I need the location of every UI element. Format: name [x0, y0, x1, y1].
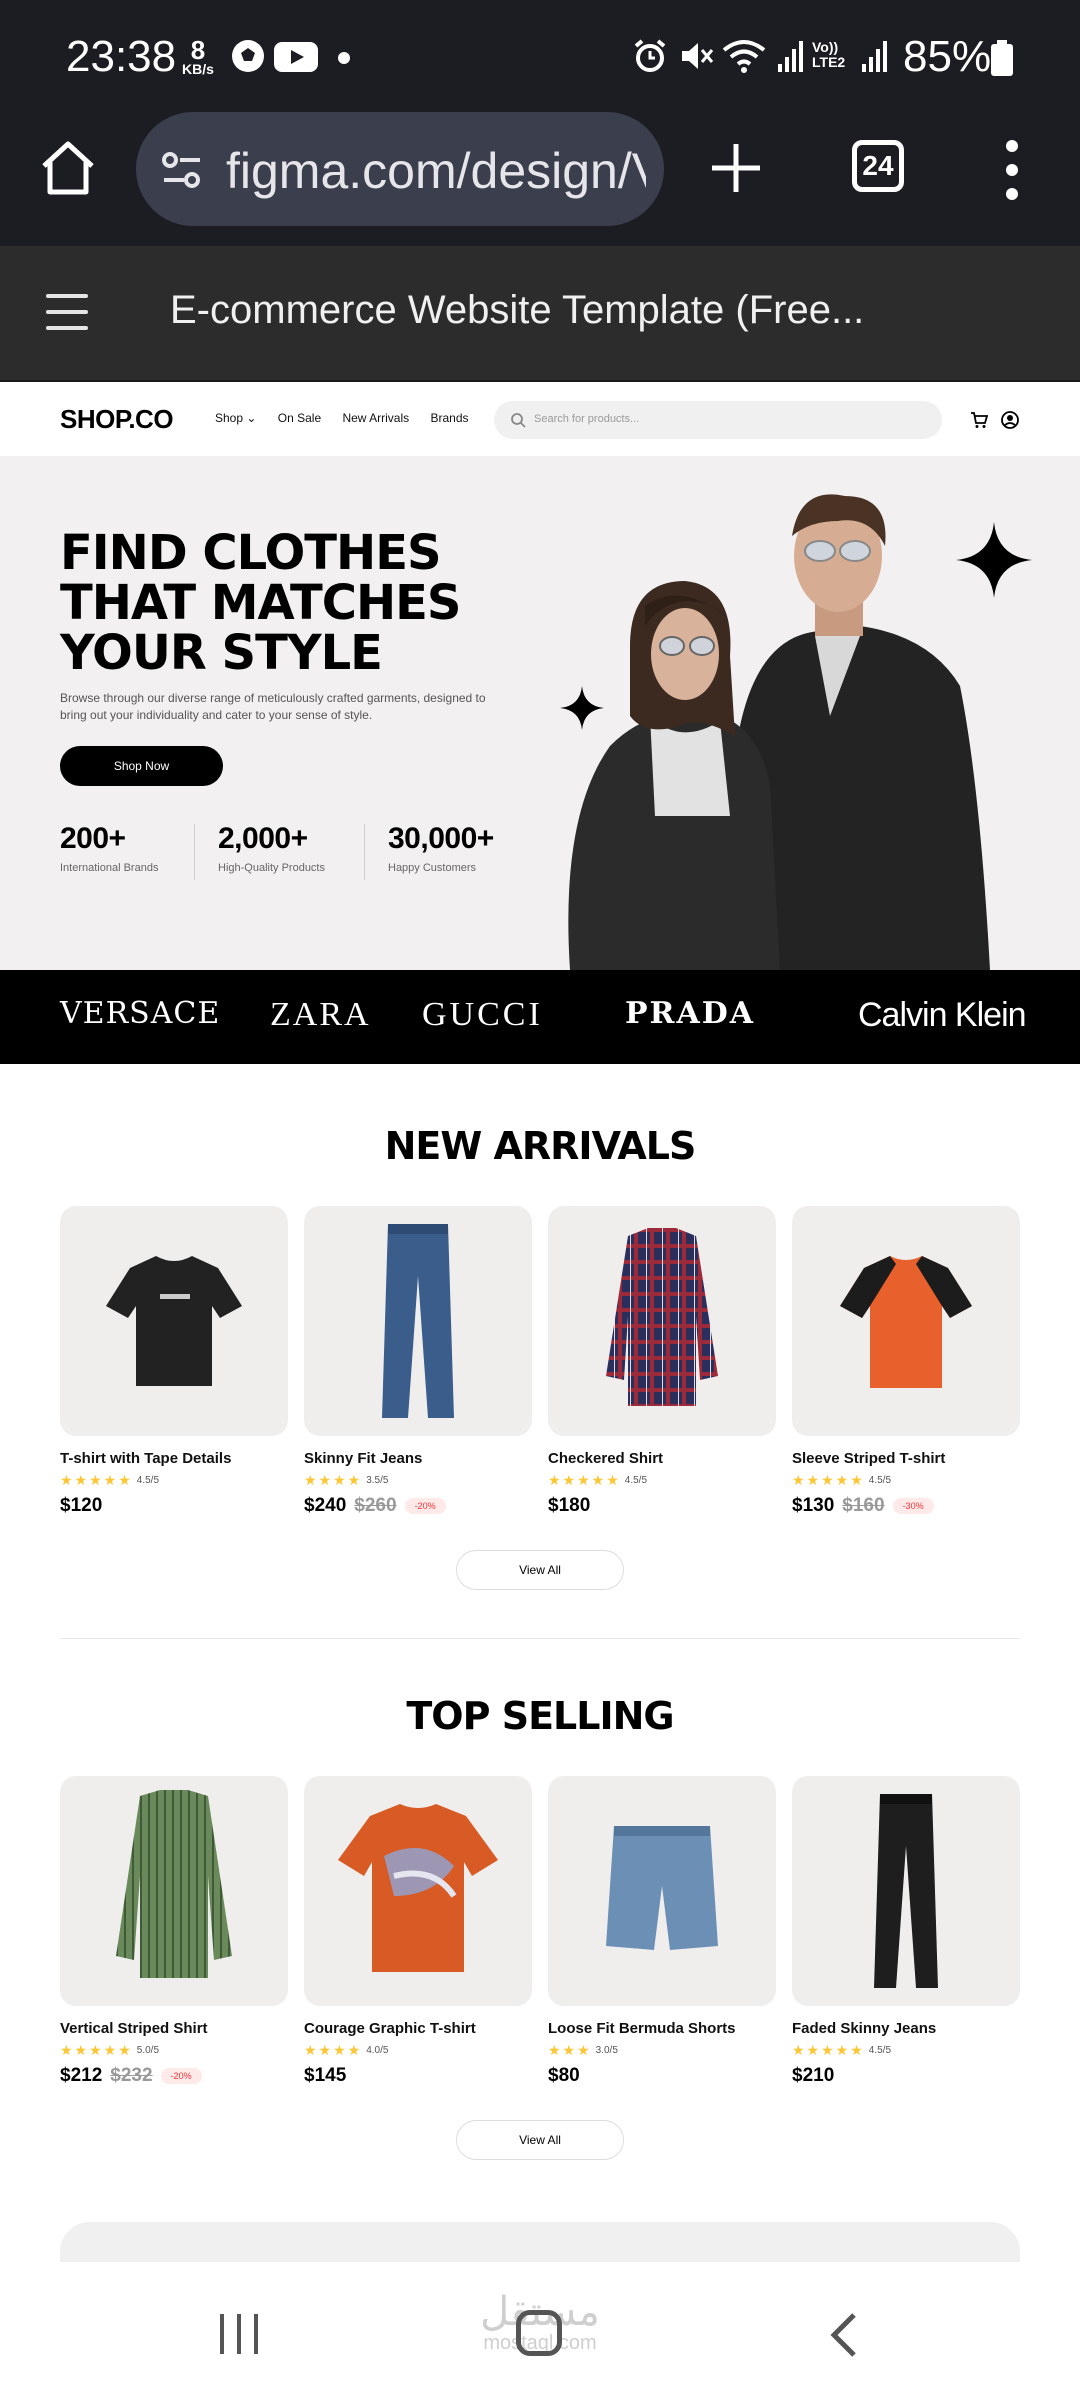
nav-links: Shop ⌄ On Sale New Arrivals Brands [215, 411, 487, 425]
cart-icon[interactable] [970, 411, 988, 429]
product-image[interactable] [304, 1206, 532, 1436]
volte-badge: Vo)) LTE2 [812, 39, 846, 70]
product-card[interactable]: Faded Skinny Jeans ★★★★★ 4.5/5 $210 [792, 1776, 1020, 2087]
view-all-top-selling-button[interactable]: View All [456, 2120, 624, 2160]
status-time: 23:38 [66, 32, 177, 81]
soccer-ball-icon [232, 40, 264, 72]
hero-description: Browse through our diverse range of meti… [60, 691, 486, 722]
product-image[interactable] [60, 1206, 288, 1436]
product-card[interactable]: Sleeve Striped T-shirt ★★★★★ 4.5/5 $130 $1… [792, 1206, 1020, 1517]
product-image[interactable] [792, 1776, 1020, 2006]
brand-calvin-klein: Calvin Klein [858, 996, 1027, 1034]
brand-versace: VERSACE [60, 996, 221, 1031]
alarm-icon [634, 39, 666, 72]
signal-icon-2 [862, 41, 887, 72]
hamburger-menu-icon[interactable] [46, 294, 88, 330]
user-account-icon[interactable] [1000, 410, 1020, 430]
nav-new-arrivals[interactable]: New Arrivals [342, 411, 409, 425]
address-bar[interactable]: figma.com/design/V [136, 112, 664, 226]
striped-tshirt-image [840, 1256, 972, 1388]
checkered-shirt-image [606, 1228, 718, 1406]
product-image[interactable] [304, 1776, 532, 2006]
network-speed: 8 KB/s [182, 35, 214, 77]
search-input[interactable]: Search for products... [494, 401, 942, 439]
signal-icon [778, 41, 803, 72]
hero-title: FIND CLOTHES THAT MATCHES YOUR STYLE [60, 525, 461, 681]
shop-now-button[interactable]: Shop Now [60, 746, 223, 786]
stat-divider [364, 824, 365, 880]
jeans-image [382, 1224, 454, 1418]
brand-gucci: GUCCI [422, 996, 543, 1033]
home-icon[interactable] [36, 136, 100, 200]
tshirt-image [106, 1256, 242, 1386]
mute-icon [682, 43, 714, 69]
browser-toolbar: figma.com/design/V 24 [0, 108, 1080, 246]
black-jeans-image [874, 1794, 938, 1988]
product-card[interactable]: Checkered Shirt ★★★★★ 4.5/5 $180 [548, 1206, 776, 1517]
product-card[interactable]: Skinny Fit Jeans ★★★★ 3.5/5 $240 $260 -20% [304, 1206, 532, 1517]
site-settings-icon[interactable] [160, 148, 204, 192]
recent-apps-icon[interactable] [218, 2312, 260, 2356]
section-divider [60, 1638, 1020, 1639]
url-text[interactable]: figma.com/design/V [226, 142, 646, 200]
status-bar: 23:38 8 KB/s Vo)) LTE2 85% [0, 0, 1080, 108]
shorts-image [606, 1826, 718, 1950]
product-card[interactable]: Loose Fit Bermuda Shorts ★★★ 3.0/5 $80 [548, 1776, 776, 2087]
hero-section: FIND CLOTHES THAT MATCHES YOUR STYLE Bro… [0, 456, 1080, 970]
product-image[interactable] [548, 1776, 776, 2006]
product-card[interactable]: Vertical Striped Shirt ★★★★★ 5.0/5 $212 $2… [60, 1776, 288, 2087]
home-nav-icon[interactable] [516, 2310, 562, 2356]
view-all-new-arrivals-button[interactable]: View All [456, 1550, 624, 1590]
figma-header: E-commerce Website Template (Free... [0, 246, 1080, 382]
stat-customers: 30,000+ Happy Customers [388, 822, 494, 874]
search-placeholder: Search for products... [534, 413, 640, 425]
product-card[interactable]: T-shirt with Tape Details ★★★★★ 4.5/5 $12… [60, 1206, 288, 1517]
brand-zara: ZARA [270, 996, 371, 1033]
tab-switcher-button[interactable]: 24 [852, 140, 904, 192]
nav-on-sale[interactable]: On Sale [278, 411, 321, 425]
site-logo[interactable]: SHOP.CO [60, 404, 174, 435]
battery-percent: 85% [903, 32, 992, 81]
stat-products: 2,000+ High-Quality Products [218, 822, 325, 874]
new-tab-icon[interactable] [706, 138, 766, 198]
file-title[interactable]: E-commerce Website Template (Free... [170, 288, 864, 333]
nav-brands[interactable]: Brands [431, 411, 469, 425]
product-image[interactable] [60, 1776, 288, 2006]
product-card[interactable]: Courage Graphic T-shirt ★★★★ 4.0/5 $145 [304, 1776, 532, 2087]
stat-brands: 200+ International Brands [60, 822, 159, 874]
system-nav-bar: مستقل mostaql.com [0, 2262, 1080, 2400]
site-navbar: SHOP.CO Shop ⌄ On Sale New Arrivals Bran… [0, 384, 1080, 456]
product-image[interactable] [792, 1206, 1020, 1436]
battery-icon [991, 40, 1013, 76]
product-image[interactable] [548, 1206, 776, 1436]
notification-dot-icon [338, 52, 350, 64]
back-icon[interactable] [828, 2312, 858, 2358]
top-selling-title: TOP SELLING [406, 1694, 674, 1738]
new-arrivals-title: NEW ARRIVALS [384, 1124, 697, 1168]
stat-divider [194, 824, 195, 880]
brand-prada: PRADA [625, 996, 756, 1031]
wifi-icon [722, 40, 766, 73]
nav-shop[interactable]: Shop ⌄ [215, 411, 256, 425]
graphic-tshirt-image [338, 1804, 498, 1972]
large-sparkle-icon [956, 522, 1032, 598]
brands-banner: VERSACE ZARA GUCCI PRADA Calvin Klein [0, 970, 1080, 1064]
striped-shirt-image [116, 1790, 232, 1978]
youtube-icon [274, 42, 318, 72]
more-menu-icon[interactable] [1000, 138, 1024, 202]
search-icon [511, 413, 526, 428]
